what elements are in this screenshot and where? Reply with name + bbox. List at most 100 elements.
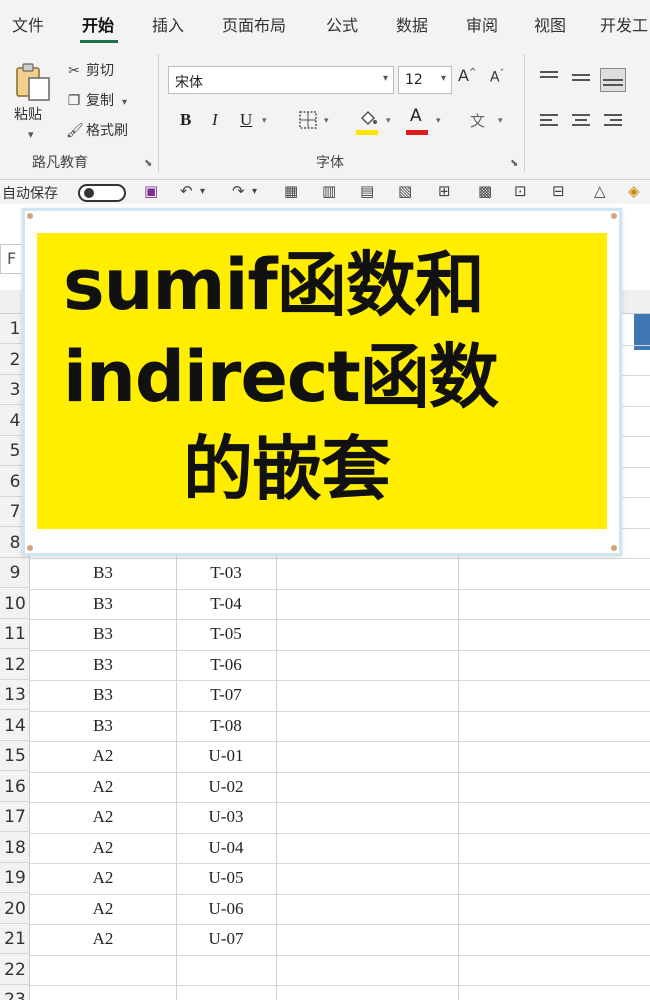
undo-dropdown-icon[interactable]: ▾ — [200, 186, 205, 197]
sort-icon[interactable]: ⊟ — [552, 182, 565, 200]
cell-col-b[interactable]: T-06 — [176, 650, 276, 680]
cell-col-a[interactable]: A2 — [30, 924, 176, 954]
font-color-button[interactable]: A — [410, 106, 422, 126]
decrease-font-button[interactable]: Aˇ — [490, 69, 504, 86]
font-size-select[interactable]: 12 ▾ — [398, 66, 452, 94]
cell-col-b[interactable]: U-04 — [176, 833, 276, 863]
cell-col-b[interactable]: T-03 — [176, 558, 276, 588]
save-icon[interactable]: ▣ — [144, 182, 158, 200]
row-header[interactable]: 16 — [0, 772, 30, 802]
copy-button[interactable]: ❐ 复制 ▾ — [66, 90, 127, 110]
paste-dropdown-icon[interactable]: ▾ — [28, 128, 34, 141]
underline-dropdown-icon[interactable]: ▾ — [262, 116, 267, 126]
font-color-dropdown-icon[interactable]: ▾ — [436, 116, 441, 126]
tab-developer[interactable]: 开发工 — [600, 12, 648, 36]
borders-icon[interactable] — [298, 110, 318, 130]
row-header[interactable]: 10 — [0, 589, 30, 619]
cut-button[interactable]: ✂ 剪切 — [66, 60, 114, 80]
fill-color-icon[interactable] — [358, 108, 378, 128]
sheet-icon[interactable]: ▧ — [398, 182, 412, 200]
phonetic-dropdown-icon[interactable]: ▾ — [498, 116, 503, 126]
row-header[interactable]: 20 — [0, 894, 30, 924]
cell-col-b[interactable]: U-03 — [176, 802, 276, 832]
row-header[interactable]: 14 — [0, 711, 30, 741]
phonetic-guide-button[interactable]: 文 — [470, 110, 485, 131]
autosave-toggle[interactable] — [78, 184, 126, 202]
cell-col-a[interactable]: B3 — [30, 680, 176, 710]
bold-button[interactable]: B — [180, 110, 191, 130]
cell-col-b[interactable]: T-07 — [176, 680, 276, 710]
cell-col-b[interactable]: U-07 — [176, 924, 276, 954]
group-divider — [524, 54, 525, 172]
increase-font-button[interactable]: A^ — [458, 66, 477, 85]
paste-button[interactable]: 粘贴 — [14, 104, 42, 124]
autosave-label: 自动保存 — [2, 186, 58, 202]
cell-col-a[interactable]: A2 — [30, 741, 176, 771]
tab-home[interactable]: 开始 — [82, 12, 114, 36]
grid-icon[interactable]: ▥ — [322, 182, 336, 200]
cell-col-b[interactable]: U-05 — [176, 863, 276, 893]
row-header[interactable]: 11 — [0, 619, 30, 649]
row-header[interactable]: 21 — [0, 924, 30, 954]
row-header[interactable]: 17 — [0, 802, 30, 832]
font-name-select[interactable]: 宋体 ▾ — [168, 66, 394, 94]
align-right-icon[interactable] — [602, 112, 624, 130]
row-header[interactable]: 13 — [0, 680, 30, 710]
cell-col-b[interactable]: U-06 — [176, 894, 276, 924]
font-launcher-icon[interactable]: ⬊ — [510, 158, 518, 169]
row-header[interactable]: 9 — [0, 558, 30, 588]
shape-icon[interactable]: △ — [594, 182, 606, 200]
row-header[interactable]: 15 — [0, 741, 30, 771]
clipboard-launcher-icon[interactable]: ⬊ — [144, 158, 152, 169]
align-bottom-icon[interactable] — [600, 68, 626, 92]
cell-col-b[interactable]: T-08 — [176, 711, 276, 741]
tab-data[interactable]: 数据 — [396, 12, 428, 36]
tab-formulas[interactable]: 公式 — [326, 12, 358, 36]
chart-icon[interactable]: ▩ — [478, 182, 492, 200]
cell-col-b[interactable]: T-05 — [176, 619, 276, 649]
underline-button[interactable]: U — [240, 110, 252, 130]
paste-icon[interactable] — [14, 62, 52, 102]
cell-col-a[interactable]: B3 — [30, 650, 176, 680]
align-left-icon[interactable] — [538, 112, 560, 130]
filter-icon[interactable]: ⊡ — [514, 182, 527, 200]
cell-col-b[interactable]: T-04 — [176, 589, 276, 619]
row-header[interactable]: 22 — [0, 955, 30, 985]
align-top-icon[interactable] — [538, 68, 560, 86]
cell-col-a[interactable]: B3 — [30, 558, 176, 588]
borders-dropdown-icon[interactable]: ▾ — [324, 116, 329, 126]
row-header[interactable]: 12 — [0, 650, 30, 680]
italic-button[interactable]: I — [212, 110, 218, 130]
format-painter-button[interactable]: 🖌 格式刷 — [66, 120, 128, 140]
undo-icon[interactable]: ↶ — [180, 182, 193, 200]
redo-dropdown-icon[interactable]: ▾ — [252, 186, 257, 197]
cell-col-a[interactable]: B3 — [30, 619, 176, 649]
fill-color-dropdown-icon[interactable]: ▾ — [386, 116, 391, 126]
cell-col-a[interactable]: A2 — [30, 863, 176, 893]
cell-col-b[interactable]: U-02 — [176, 772, 276, 802]
insert-icon[interactable]: ⊞ — [438, 182, 451, 200]
cell-col-a[interactable]: A2 — [30, 772, 176, 802]
cell-col-a[interactable]: A2 — [30, 894, 176, 924]
tab-file[interactable]: 文件 — [12, 12, 44, 36]
tab-insert[interactable]: 插入 — [152, 12, 184, 36]
tab-view[interactable]: 视图 — [534, 12, 566, 36]
name-box[interactable]: F — [0, 244, 24, 274]
copy-dropdown-icon[interactable]: ▾ — [122, 97, 127, 108]
row-header[interactable]: 19 — [0, 863, 30, 893]
cell-col-a[interactable]: B3 — [30, 711, 176, 741]
table-icon[interactable]: ▦ — [284, 182, 298, 200]
print-preview-icon[interactable]: ▤ — [360, 182, 374, 200]
align-middle-icon[interactable] — [570, 68, 592, 86]
cell-col-b[interactable]: U-01 — [176, 741, 276, 771]
row-header[interactable]: 18 — [0, 833, 30, 863]
tab-page-layout[interactable]: 页面布局 — [222, 12, 286, 36]
cell-col-a[interactable]: A2 — [30, 802, 176, 832]
row-header[interactable]: 23 — [0, 985, 30, 1000]
tab-review[interactable]: 审阅 — [466, 12, 498, 36]
cell-col-a[interactable]: B3 — [30, 589, 176, 619]
fill-icon[interactable]: ◈ — [628, 182, 640, 200]
align-center-icon[interactable] — [570, 112, 592, 130]
cell-col-a[interactable]: A2 — [30, 833, 176, 863]
redo-icon[interactable]: ↷ — [232, 182, 245, 200]
